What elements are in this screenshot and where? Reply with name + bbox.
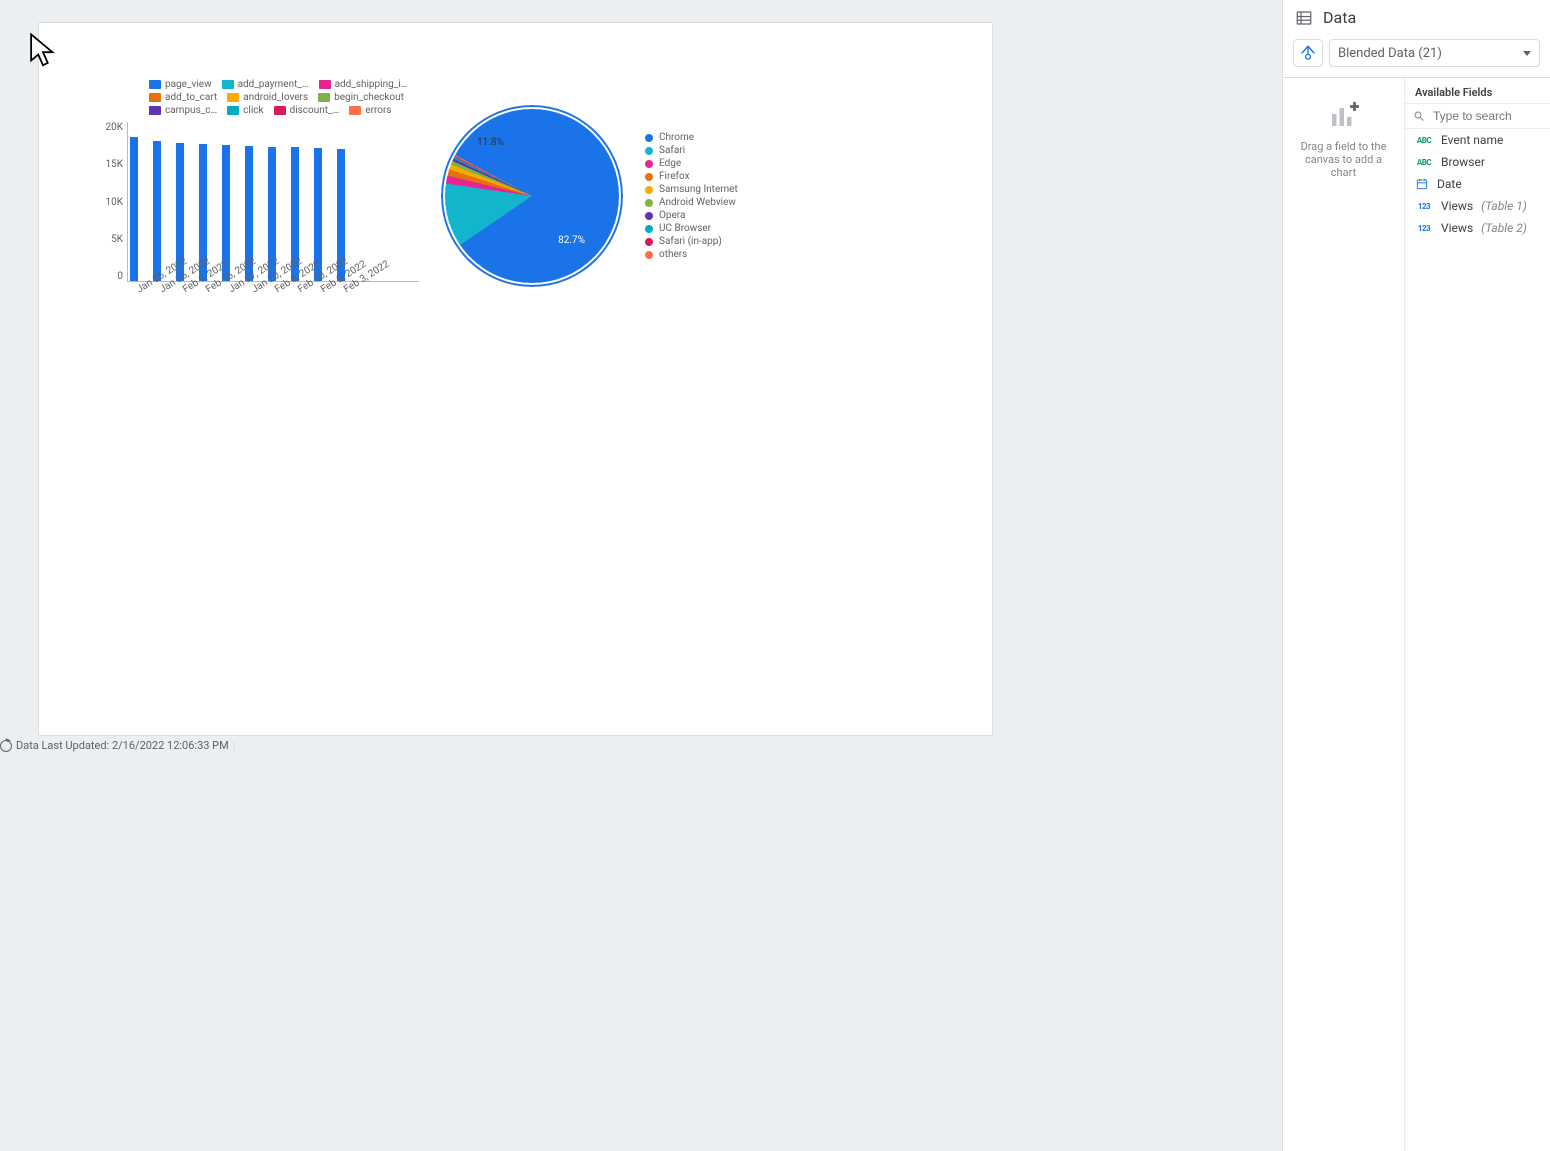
pie-legend-item[interactable]: Safari <box>645 145 738 156</box>
x-tick: Feb 10, 2022 <box>296 282 309 296</box>
legend-item[interactable]: click <box>227 105 263 116</box>
data-panel-icon <box>1295 9 1313 27</box>
x-tick: Feb 15, 2022 <box>204 282 217 296</box>
data-panel-title: Data <box>1323 8 1356 27</box>
x-tick: Jan 25, 2022 <box>158 282 171 296</box>
y-tick: 0 <box>117 271 123 282</box>
field-label: Views <box>1441 199 1473 213</box>
legend-item[interactable]: add_shipping_i… <box>319 79 408 90</box>
type-chip: 123 <box>1415 202 1433 211</box>
legend-item[interactable]: android_lovers <box>227 92 308 103</box>
y-tick: 5K <box>111 234 123 245</box>
field-item[interactable]: Date <box>1405 173 1550 195</box>
pie-legend-item[interactable]: Android Webview <box>645 197 738 208</box>
pie-legend-item[interactable]: Safari (in-app) <box>645 236 738 247</box>
data-panel: Data Blended Data (21) <box>1282 0 1550 1151</box>
type-chip: 123 <box>1415 224 1433 233</box>
add-chart-icon <box>1326 96 1362 132</box>
add-chart-dropzone[interactable]: Drag a field to the canvas to add a char… <box>1283 78 1405 1151</box>
report-canvas[interactable]: page_view add_payment_… add_shipping_i…add… <box>0 0 1282 1151</box>
field-label: Views <box>1441 221 1473 235</box>
pie-legend-item[interactable]: Chrome <box>645 132 738 143</box>
legend-item[interactable]: add_payment_… <box>222 79 309 90</box>
pie-slice-label: 82.7% <box>558 235 585 246</box>
pie-chart-legend: Chrome Safari Edge Firefox Samsung Internet A… <box>645 132 738 260</box>
pie-chart[interactable]: 11.8% 82.7% Chrome Safari Edge Firefox Samsu… <box>439 103 738 289</box>
pie-legend-item[interactable]: Opera <box>645 210 738 221</box>
pie-slice-label: 11.8% <box>477 137 504 148</box>
app-root: page_view add_payment_… add_shipping_i…add… <box>0 0 1550 1151</box>
legend-item[interactable]: discount_… <box>274 105 340 116</box>
field-item[interactable]: 123 Views (Table 1) <box>1405 195 1550 217</box>
chevron-down-icon <box>1523 51 1531 56</box>
field-item[interactable]: ABC Browser <box>1405 151 1550 173</box>
x-tick: Feb 3, 2022 <box>342 282 355 296</box>
dropzone-hint: Drag a field to the canvas to add a char… <box>1291 140 1396 179</box>
search-icon <box>1413 109 1425 123</box>
data-source-row: Blended Data (21) <box>1283 35 1550 78</box>
x-tick: Feb 8, 2022 <box>273 282 286 296</box>
blend-icon <box>1299 44 1317 62</box>
pie-legend-item[interactable]: Firefox <box>645 171 738 182</box>
fields-search[interactable] <box>1405 103 1550 129</box>
status-bar: Data Last Updated: 2/16/2022 12:06:33 PM… <box>0 739 235 752</box>
y-tick: 10K <box>105 197 123 208</box>
field-suffix: (Table 1) <box>1481 199 1527 213</box>
legend-item[interactable]: campus_c… <box>149 105 217 116</box>
x-tick: Feb 9, 2022 <box>181 282 194 296</box>
calendar-icon <box>1415 177 1429 191</box>
x-tick: Jan 20, 2022 <box>250 282 263 296</box>
legend-item[interactable]: page_view <box>149 79 212 90</box>
bar[interactable] <box>130 137 138 281</box>
field-label: Event name <box>1441 133 1503 147</box>
legend-item[interactable]: errors <box>349 105 391 116</box>
y-tick: 15K <box>105 159 123 170</box>
x-tick: Jan 26, 2022 <box>135 282 148 296</box>
field-suffix: (Table 2) <box>1481 221 1527 235</box>
pie-legend-item[interactable]: Samsung Internet <box>645 184 738 195</box>
available-fields: Available Fields ABC Event name ABC Browser… <box>1405 78 1550 1151</box>
pie-legend-item[interactable]: others <box>645 249 738 260</box>
data-source-label: Blended Data (21) <box>1338 46 1442 61</box>
bar-chart-legend: page_view add_payment_… add_shipping_i…add… <box>149 79 409 116</box>
pie-chart-slices <box>445 109 619 283</box>
bar-chart-x-axis: Jan 26, 2022 Jan 25, 2022 Feb 9, 2022 Feb 1… <box>127 282 419 295</box>
status-text: Data Last Updated: 2/16/2022 12:06:33 PM <box>16 739 229 752</box>
bar-chart-y-axis: 20K 15K 10K 5K 0 <box>89 122 127 282</box>
legend-item[interactable]: add_to_cart <box>149 92 217 103</box>
pie-chart-ring: 11.8% 82.7% <box>439 103 625 289</box>
fields-header: Available Fields <box>1405 78 1550 103</box>
refresh-icon[interactable] <box>0 740 12 752</box>
data-panel-header: Data <box>1283 0 1550 35</box>
field-item[interactable]: 123 Views (Table 2) <box>1405 217 1550 239</box>
field-item[interactable]: ABC Event name <box>1405 129 1550 151</box>
blend-data-button[interactable] <box>1293 39 1323 67</box>
field-label: Date <box>1437 177 1462 191</box>
fields-search-input[interactable] <box>1431 108 1542 124</box>
type-chip: ABC <box>1415 158 1433 167</box>
bar-chart[interactable]: page_view add_payment_… add_shipping_i…add… <box>89 79 419 295</box>
type-chip: ABC <box>1415 136 1433 145</box>
field-label: Browser <box>1441 155 1485 169</box>
report-page[interactable]: page_view add_payment_… add_shipping_i…add… <box>38 22 993 736</box>
pie-legend-item[interactable]: Edge <box>645 158 738 169</box>
field-list: ABC Event name ABC Browser Date 123 Views (Tab… <box>1405 129 1550 239</box>
x-tick: Feb 2, 2022 <box>319 282 332 296</box>
y-tick: 20K <box>105 122 123 133</box>
x-tick: Jan 27, 2022 <box>227 282 240 296</box>
data-source-select[interactable]: Blended Data (21) <box>1329 39 1540 67</box>
legend-item[interactable]: begin_checkout <box>318 92 404 103</box>
bar[interactable] <box>153 141 161 281</box>
pie-legend-item[interactable]: UC Browser <box>645 223 738 234</box>
data-panel-body: Drag a field to the canvas to add a char… <box>1283 78 1550 1151</box>
